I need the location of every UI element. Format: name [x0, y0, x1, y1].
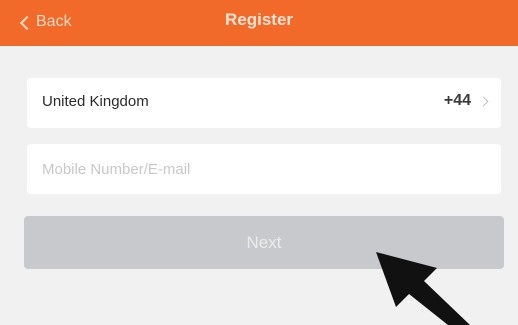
mobile-email-input[interactable] — [42, 144, 482, 194]
next-button[interactable]: Next — [24, 216, 504, 269]
nav-bar: Back Register — [0, 0, 518, 46]
country-selector[interactable]: United Kingdom +44 — [27, 78, 501, 128]
country-code: +44 — [443, 92, 471, 109]
country-name: United Kingdom — [42, 93, 149, 110]
account-field — [27, 144, 501, 194]
register-screen: Back Register United Kingdom +44 Next — [0, 0, 518, 325]
page-title: Register — [224, 10, 294, 29]
chevron-right-icon — [478, 96, 489, 107]
